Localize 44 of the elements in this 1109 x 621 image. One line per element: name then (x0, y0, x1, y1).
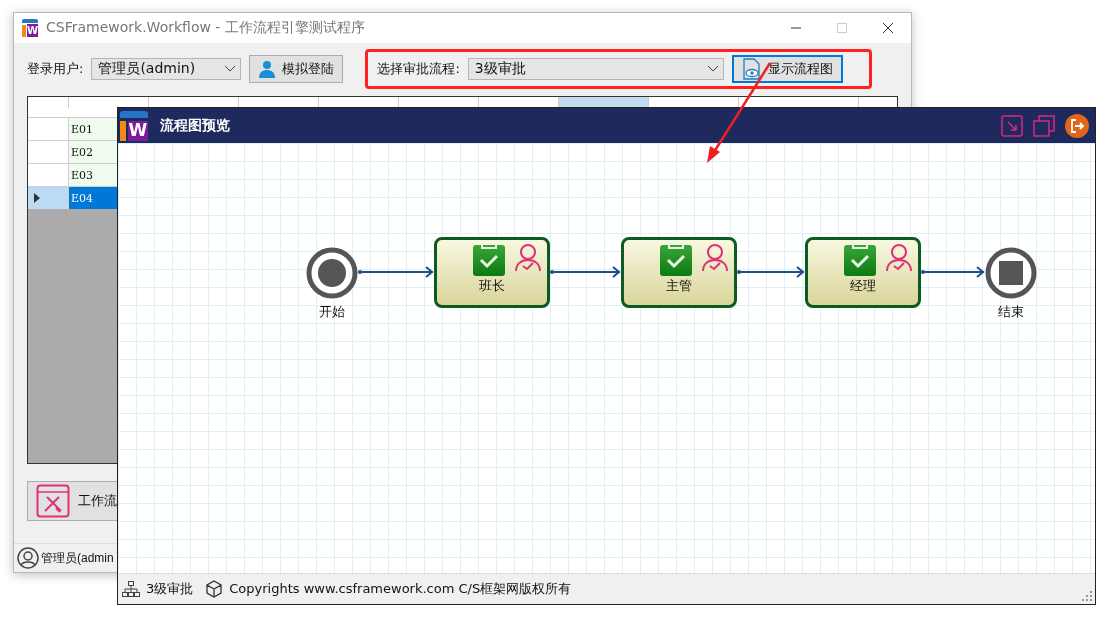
app-logo: W (120, 110, 148, 141)
exit-icon[interactable] (1065, 113, 1089, 138)
resize-grip-icon[interactable] (1082, 591, 1092, 601)
flow-select[interactable]: 3级审批 (467, 58, 724, 80)
status-user: 管理员(admin (41, 549, 114, 567)
hierarchy-icon (122, 580, 140, 598)
start-node (306, 247, 358, 299)
restore-icon[interactable] (1001, 114, 1023, 137)
connector-arrow (550, 266, 621, 278)
user-icon (17, 547, 39, 569)
copy-icon[interactable] (1033, 114, 1055, 137)
workflow-designer-button[interactable]: 工作流 (27, 481, 118, 521)
user-select[interactable]: 管理员(admin) (91, 58, 242, 80)
end-node (985, 247, 1037, 299)
connector-arrow (921, 266, 985, 278)
node-label: 经理 (850, 277, 876, 295)
row-pointer-icon (34, 193, 40, 203)
column-header[interactable] (559, 97, 649, 108)
node-label: 班长 (479, 277, 505, 295)
clipboard-check-icon (659, 243, 693, 277)
copyright-text: Copyrights www.csframework.com C/S框架网版权所有 (229, 580, 572, 598)
node-label: 结束 (998, 303, 1024, 321)
cube-icon (205, 580, 224, 598)
user-check-icon (701, 243, 729, 273)
connector-arrow (737, 266, 805, 278)
login-button[interactable]: 模拟登陆 (249, 55, 344, 83)
chevron-down-icon (706, 65, 719, 73)
login-label: 登录用户: (27, 60, 84, 78)
window-title: 流程图预览 (160, 116, 231, 135)
app-logo: W (22, 19, 38, 37)
user-icon (258, 60, 277, 78)
node-label: 主管 (666, 277, 692, 295)
window-title: CSFramework.Workflow - 工作流程引擎测试程序 (46, 19, 366, 37)
user-check-icon (885, 243, 913, 273)
design-tools-icon (36, 484, 70, 518)
user-check-icon (514, 243, 542, 273)
clipboard-check-icon (843, 243, 877, 277)
show-flowchart-button[interactable]: 显示流程图 (731, 55, 843, 83)
status-flow: 3级审批 (146, 580, 194, 598)
chevron-down-icon (224, 65, 237, 73)
flow-label: 选择审批流程: (377, 60, 460, 78)
document-eye-icon (741, 58, 762, 80)
clipboard-check-icon (472, 243, 506, 277)
node-label: 开始 (319, 303, 345, 321)
